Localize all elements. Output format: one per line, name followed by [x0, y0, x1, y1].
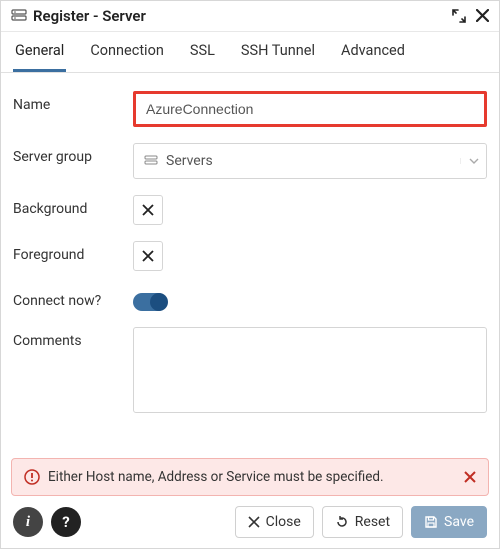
footer: i ? Close Reset Save — [1, 496, 499, 548]
reset-button[interactable]: Reset — [322, 506, 403, 538]
connect-now-toggle[interactable] — [133, 293, 167, 311]
reset-button-label: Reset — [355, 514, 390, 530]
server-group-select[interactable]: Servers — [133, 143, 487, 179]
help-button[interactable]: ? — [51, 507, 81, 537]
form-area: Name Server group Servers Background — [1, 73, 499, 458]
close-button-label: Close — [266, 514, 301, 530]
chevron-down-icon — [460, 158, 486, 164]
server-group-value: Servers — [166, 153, 213, 169]
info-button[interactable]: i — [13, 507, 43, 537]
alert-icon — [24, 469, 40, 485]
server-group-label: Server group — [13, 143, 133, 165]
tab-ssh-tunnel[interactable]: SSH Tunnel — [239, 32, 317, 72]
comments-label: Comments — [13, 327, 133, 349]
error-close-icon[interactable] — [464, 471, 476, 483]
tab-advanced[interactable]: Advanced — [339, 32, 407, 72]
comments-input[interactable] — [133, 327, 487, 413]
tab-ssl[interactable]: SSL — [188, 32, 217, 72]
toggle-knob — [150, 293, 168, 311]
close-x-icon — [248, 516, 260, 528]
close-icon[interactable] — [476, 9, 489, 23]
error-bar: Either Host name, Address or Service mus… — [11, 458, 489, 496]
name-input[interactable] — [133, 91, 487, 127]
save-button-label: Save — [444, 514, 474, 530]
name-label: Name — [13, 91, 133, 113]
connect-now-label: Connect now? — [13, 287, 133, 309]
foreground-clear-button[interactable] — [133, 241, 163, 271]
close-button[interactable]: Close — [235, 506, 314, 538]
dialog-title: Register - Server — [33, 7, 452, 25]
tab-connection[interactable]: Connection — [88, 32, 166, 72]
titlebar: Register - Server — [1, 1, 499, 32]
server-icon — [11, 8, 27, 24]
background-clear-button[interactable] — [133, 195, 163, 225]
background-label: Background — [13, 195, 133, 217]
reset-icon — [335, 515, 349, 529]
foreground-label: Foreground — [13, 241, 133, 263]
expand-icon[interactable] — [452, 9, 466, 23]
servers-icon — [144, 154, 158, 168]
save-button[interactable]: Save — [411, 506, 487, 538]
tab-bar: General Connection SSL SSH Tunnel Advanc… — [1, 32, 499, 73]
error-message: Either Host name, Address or Service mus… — [48, 469, 456, 485]
tab-general[interactable]: General — [13, 32, 66, 72]
save-icon — [424, 515, 438, 529]
